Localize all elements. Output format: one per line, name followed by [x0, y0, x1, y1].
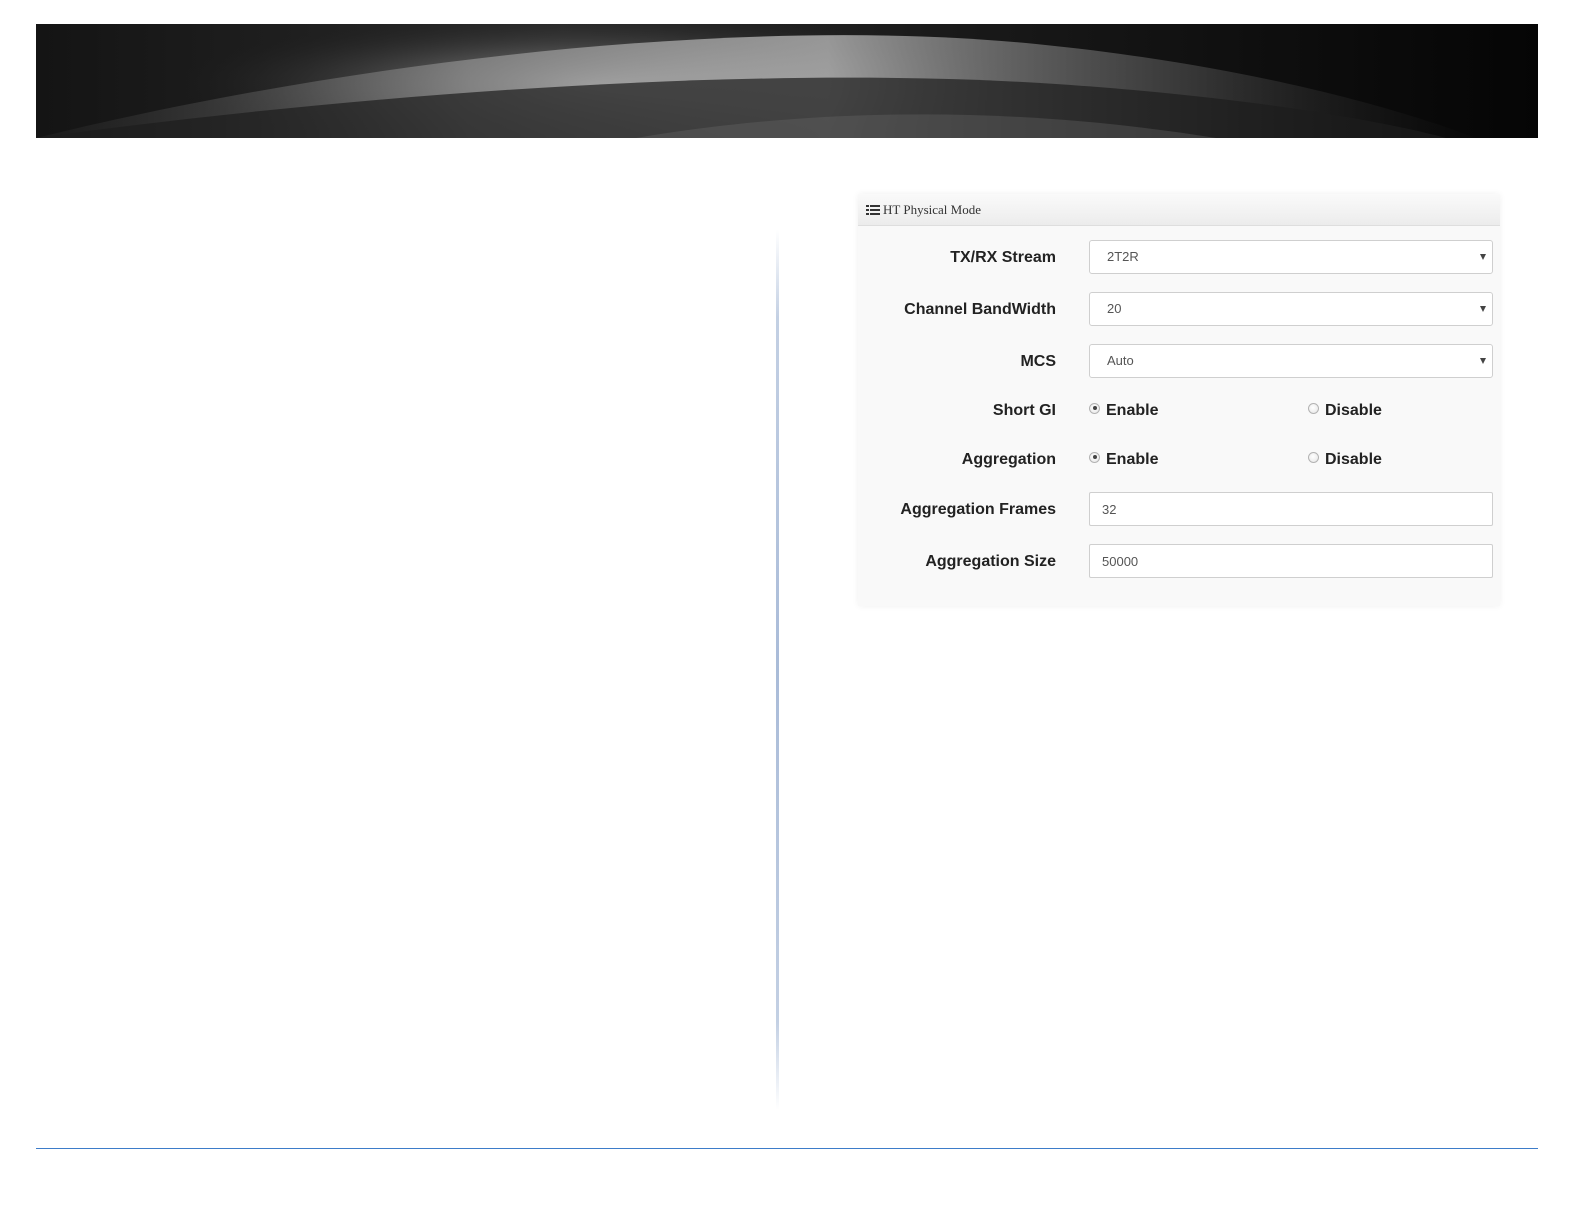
row-aggregation-size: Aggregation Size: [858, 544, 1500, 580]
aggregation-frames-label: Aggregation Frames: [900, 501, 1056, 518]
mcs-value: Auto: [1107, 353, 1134, 368]
aggregation-disable-label: Disable: [1325, 451, 1382, 468]
short-gi-enable-radio[interactable]: Enable: [1089, 393, 1158, 429]
aggregation-disable-radio[interactable]: Disable: [1308, 442, 1382, 478]
mcs-label: MCS: [1020, 353, 1056, 370]
panel-header: HT Physical Mode: [858, 194, 1500, 226]
footer-divider-line: [36, 1148, 1538, 1149]
vertical-divider: [776, 230, 779, 1110]
aggregation-frames-input[interactable]: [1089, 492, 1493, 526]
aggregation-size-input[interactable]: [1089, 544, 1493, 578]
channel-bandwidth-label: Channel BandWidth: [904, 301, 1056, 318]
short-gi-label: Short GI: [992, 402, 1056, 419]
channel-bandwidth-select[interactable]: 20: [1089, 292, 1493, 326]
caret-down-icon: [1480, 306, 1486, 312]
row-tx-rx-stream: TX/RX Stream 2T2R: [858, 240, 1500, 276]
radio-checked-icon[interactable]: [1089, 402, 1100, 414]
aggregation-enable-label: Enable: [1106, 451, 1159, 468]
row-mcs: MCS Auto: [858, 344, 1500, 380]
tx-rx-stream-value: 2T2R: [1107, 249, 1139, 264]
row-short-gi: Short GI Enable Disable: [858, 393, 1500, 429]
short-gi-enable-label: Enable: [1106, 402, 1159, 419]
short-gi-disable-label: Disable: [1325, 402, 1382, 419]
caret-down-icon: [1480, 358, 1486, 364]
radio-unchecked-icon[interactable]: [1308, 402, 1319, 414]
tx-rx-stream-label: TX/RX Stream: [950, 249, 1056, 266]
banner-swoosh-graphic: [36, 24, 1538, 138]
aggregation-enable-radio[interactable]: Enable: [1089, 442, 1158, 478]
ht-physical-mode-panel: HT Physical Mode TX/RX Stream 2T2R Chann…: [858, 194, 1500, 606]
list-icon: [866, 204, 880, 215]
row-channel-bandwidth: Channel BandWidth 20: [858, 292, 1500, 328]
channel-bandwidth-value: 20: [1107, 301, 1122, 316]
page: HT Physical Mode TX/RX Stream 2T2R Chann…: [0, 0, 1584, 1224]
tx-rx-stream-select[interactable]: 2T2R: [1089, 240, 1493, 274]
caret-down-icon: [1480, 254, 1486, 260]
row-aggregation-frames: Aggregation Frames: [858, 492, 1500, 528]
aggregation-label: Aggregation: [961, 451, 1056, 468]
row-aggregation: Aggregation Enable Disable: [858, 442, 1500, 478]
aggregation-size-label: Aggregation Size: [925, 553, 1056, 570]
header-banner: [36, 24, 1538, 138]
panel-title: HT Physical Mode: [883, 201, 981, 217]
radio-unchecked-icon[interactable]: [1308, 451, 1319, 463]
radio-checked-icon[interactable]: [1089, 451, 1100, 463]
short-gi-disable-radio[interactable]: Disable: [1308, 393, 1382, 429]
mcs-select[interactable]: Auto: [1089, 344, 1493, 378]
